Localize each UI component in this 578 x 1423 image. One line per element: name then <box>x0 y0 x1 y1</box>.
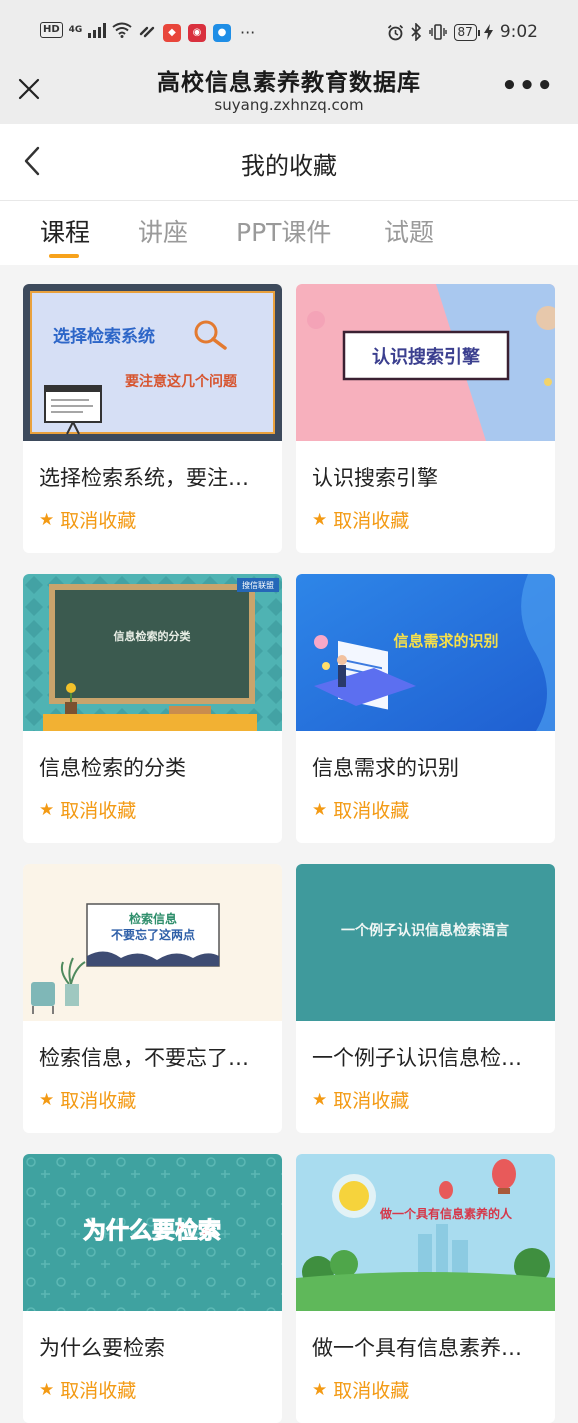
unfavorite-button[interactable]: ★ 取消收藏 <box>39 1376 136 1403</box>
card-title: 信息检索的分类 <box>39 756 186 780</box>
unfavorite-button[interactable]: ★ 取消收藏 <box>312 796 409 823</box>
thumb-text: 检索信息 <box>129 911 177 926</box>
wifi-icon <box>112 22 132 38</box>
star-icon: ★ <box>312 799 328 820</box>
thumb-text: 做一个具有信息素养的人 <box>379 1206 513 1221</box>
app-icon-red: ◆ <box>163 24 181 42</box>
star-icon: ★ <box>39 509 55 530</box>
course-card[interactable]: 为什么要检索 为什么要检索 ★ 取消收藏 <box>23 1154 282 1423</box>
unfavorite-label: 取消收藏 <box>333 510 410 532</box>
page-header: 我的收藏 <box>0 124 578 201</box>
unfavorite-label: 取消收藏 <box>333 800 410 822</box>
thumb-text: 要注意这几个问题 <box>125 373 238 390</box>
more-notifications: ··· <box>240 23 256 42</box>
course-card[interactable]: 认识搜索引擎 认识搜索引擎 ★ 取消收藏 <box>296 284 555 553</box>
card-title: 检索信息，不要忘了这两点 <box>39 1046 269 1070</box>
card-title: 一个例子认识信息检索语言 <box>312 1046 542 1070</box>
unfavorite-button[interactable]: ★ 取消收藏 <box>312 1086 409 1113</box>
star-icon: ★ <box>39 799 55 820</box>
unfavorite-button[interactable]: ★ 取消收藏 <box>312 1376 409 1403</box>
app-icon-pink: ◉ <box>188 24 206 42</box>
browser-title: 高校信息素养教育数据库 <box>157 70 421 96</box>
active-tab-indicator <box>49 254 79 258</box>
status-right: 87 9:02 <box>387 22 538 42</box>
course-thumbnail: 信息检索的分类 搜信联盟 <box>23 574 282 731</box>
charging-icon <box>483 24 493 40</box>
thumb-text: 认识搜索引擎 <box>372 346 480 368</box>
course-thumbnail: 为什么要检索 <box>23 1154 282 1311</box>
course-thumbnail: 认识搜索引擎 <box>296 284 555 441</box>
link-icon <box>140 26 155 38</box>
hd-badge: HD <box>40 22 63 38</box>
unfavorite-button[interactable]: ★ 取消收藏 <box>39 1086 136 1113</box>
card-title: 选择检索系统，要注意这几个问题 <box>39 466 269 490</box>
battery-indicator: 87 <box>453 23 481 41</box>
unfavorite-label: 取消收藏 <box>60 1380 137 1402</box>
course-thumbnail: 一个例子认识信息检索语言 <box>296 864 555 1021</box>
status-left: HD 4G <box>40 22 156 38</box>
browser-header: 高校信息素养教育数据库 suyang.zxhnzq.com ••• <box>0 66 578 124</box>
unfavorite-button[interactable]: ★ 取消收藏 <box>39 506 136 533</box>
course-thumbnail: 选择检索系统 要注意这几个问题 <box>23 284 282 441</box>
course-thumbnail: 检索信息 不要忘了这两点 <box>23 864 282 1021</box>
bluetooth-icon <box>410 23 421 41</box>
course-card[interactable]: 做一个具有信息素养的人 做一个具有信息素养的人 ★ 取消收藏 <box>296 1154 555 1423</box>
status-bar: HD 4G ◆ ◉ ● ··· 87 9:02 <box>0 0 578 66</box>
notification-icons: ◆ ◉ ● ··· <box>163 24 255 42</box>
course-card[interactable]: 选择检索系统 要注意这几个问题 选择检索系统，要注意这几个问题 ★ 取消收藏 <box>23 284 282 553</box>
card-title: 认识搜索引擎 <box>312 466 438 490</box>
more-menu-button[interactable]: ••• <box>501 73 554 99</box>
signal-icon <box>88 22 107 38</box>
course-card[interactable]: 检索信息 不要忘了这两点 检索信息，不要忘了这两点 ★ 取消收藏 <box>23 864 282 1133</box>
category-tabs: 课程 讲座 PPT课件 试题 <box>0 201 578 265</box>
unfavorite-button[interactable]: ★ 取消收藏 <box>312 506 409 533</box>
thumb-text: 信息检索的分类 <box>114 629 192 643</box>
unfavorite-label: 取消收藏 <box>60 510 137 532</box>
star-icon: ★ <box>312 1379 328 1400</box>
star-icon: ★ <box>312 1089 328 1110</box>
thumb-text: 选择检索系统 <box>53 326 155 347</box>
card-title: 为什么要检索 <box>39 1336 165 1360</box>
unfavorite-button[interactable]: ★ 取消收藏 <box>39 796 136 823</box>
alarm-icon <box>387 24 403 40</box>
course-card[interactable]: 信息需求的识别 信息需求的识别 ★ 取消收藏 <box>296 574 555 843</box>
vibrate-icon <box>428 24 447 40</box>
course-thumbnail: 做一个具有信息素养的人 <box>296 1154 555 1311</box>
thumb-text: 信息需求的识别 <box>393 632 498 650</box>
browser-url: suyang.zxhnzq.com <box>214 96 364 114</box>
thumb-text: 不要忘了这两点 <box>111 927 195 942</box>
card-title: 做一个具有信息素养的人 <box>312 1336 542 1360</box>
network-type: 4G <box>68 24 83 35</box>
unfavorite-label: 取消收藏 <box>60 800 137 822</box>
unfavorite-label: 取消收藏 <box>333 1090 410 1112</box>
star-icon: ★ <box>39 1379 55 1400</box>
tab-ppt[interactable]: PPT课件 <box>236 213 331 249</box>
unfavorite-label: 取消收藏 <box>60 1090 137 1112</box>
course-card[interactable]: 一个例子认识信息检索语言 一个例子认识信息检索语言 ★ 取消收藏 <box>296 864 555 1133</box>
app-icon-blue: ● <box>213 24 231 42</box>
tab-courses[interactable]: 课程 <box>40 213 90 249</box>
course-card[interactable]: 信息检索的分类 搜信联盟 信息检索的分类 ★ 取消收藏 <box>23 574 282 843</box>
course-thumbnail: 信息需求的识别 <box>296 574 555 731</box>
star-icon: ★ <box>312 509 328 530</box>
thumb-text: 为什么要检索 <box>83 1217 221 1244</box>
tab-exams[interactable]: 试题 <box>384 213 434 249</box>
page-title: 我的收藏 <box>241 152 337 180</box>
thumb-logo: 搜信联盟 <box>242 580 274 590</box>
thumb-text: 一个例子认识信息检索语言 <box>341 922 509 939</box>
tab-lectures[interactable]: 讲座 <box>138 213 188 249</box>
unfavorite-label: 取消收藏 <box>333 1380 410 1402</box>
clock: 9:02 <box>499 22 538 42</box>
card-title: 信息需求的识别 <box>312 756 459 780</box>
star-icon: ★ <box>39 1089 55 1110</box>
